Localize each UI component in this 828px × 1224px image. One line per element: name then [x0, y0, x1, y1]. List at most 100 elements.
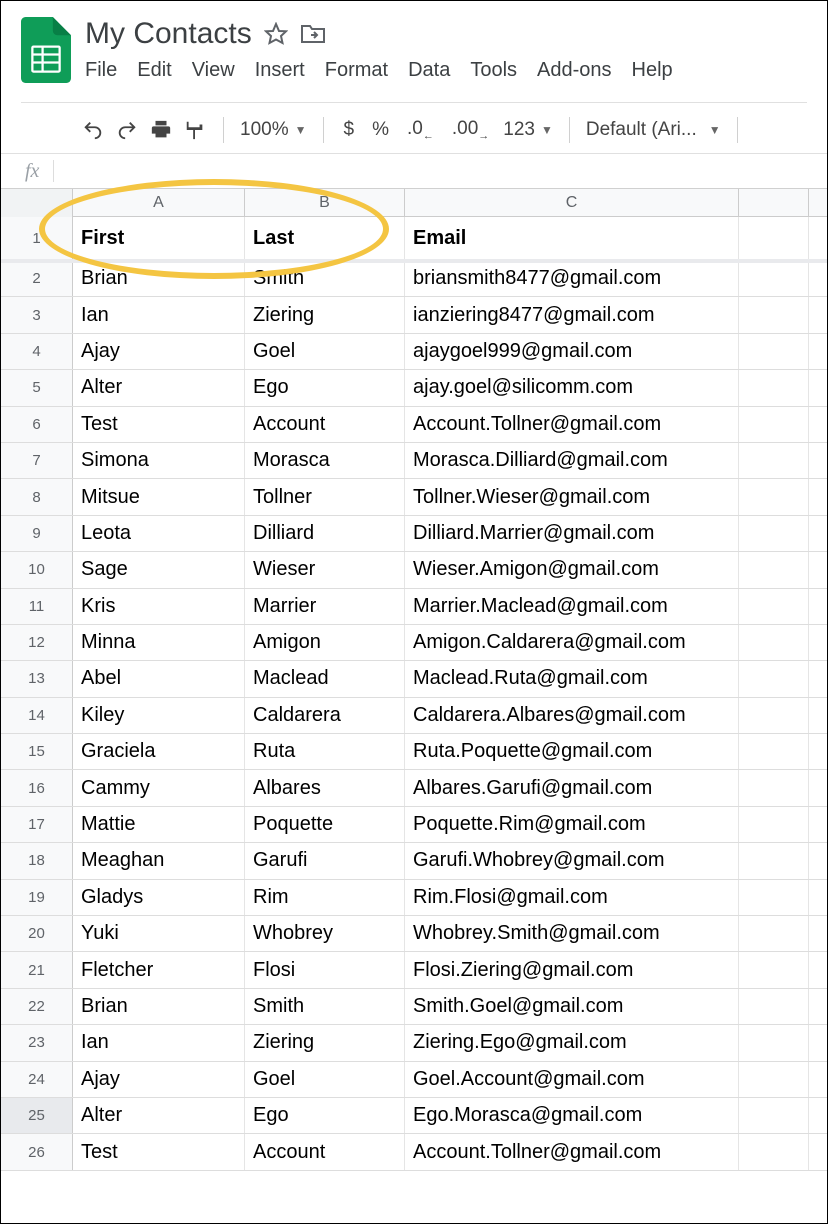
cell-last[interactable]: Smith [245, 261, 405, 296]
cell-first[interactable]: Kiley [73, 698, 245, 733]
formula-bar[interactable]: fx [1, 153, 827, 189]
cell-last[interactable]: Rim [245, 880, 405, 915]
cell-email[interactable]: Rim.Flosi@gmail.com [405, 880, 739, 915]
cell-email[interactable]: ajay.goel@silicomm.com [405, 370, 739, 405]
cell-blank[interactable] [739, 443, 809, 478]
table-row[interactable]: 26TestAccountAccount.Tollner@gmail.com [1, 1134, 827, 1170]
row-header[interactable]: 17 [1, 807, 73, 842]
cell-blank[interactable] [739, 734, 809, 769]
cell-blank[interactable] [739, 952, 809, 987]
row-header[interactable]: 9 [1, 516, 73, 551]
cell-last[interactable]: Garufi [245, 843, 405, 878]
row-header[interactable]: 6 [1, 407, 73, 442]
cell-blank[interactable] [739, 698, 809, 733]
row-header[interactable]: 8 [1, 479, 73, 514]
table-row[interactable]: 16CammyAlbaresAlbares.Garufi@gmail.com [1, 770, 827, 806]
cell-first[interactable]: Mitsue [73, 479, 245, 514]
menu-tools[interactable]: Tools [470, 59, 517, 82]
row-header[interactable]: 18 [1, 843, 73, 878]
cell-email[interactable]: ajaygoel999@gmail.com [405, 334, 739, 369]
cell-email[interactable]: Ruta.Poquette@gmail.com [405, 734, 739, 769]
table-row[interactable]: 24AjayGoelGoel.Account@gmail.com [1, 1062, 827, 1098]
row-header[interactable]: 21 [1, 952, 73, 987]
cell-blank[interactable] [739, 916, 809, 951]
cell-email[interactable]: Albares.Garufi@gmail.com [405, 770, 739, 805]
table-row[interactable]: 17MattiePoquettePoquette.Rim@gmail.com [1, 807, 827, 843]
cell-first[interactable]: Alter [73, 370, 245, 405]
col-header-b[interactable]: B [245, 189, 405, 217]
cell-email[interactable]: Poquette.Rim@gmail.com [405, 807, 739, 842]
cell-last[interactable]: Caldarera [245, 698, 405, 733]
cell-last[interactable]: Albares [245, 770, 405, 805]
row-header[interactable]: 24 [1, 1062, 73, 1097]
cell-last[interactable]: Morasca [245, 443, 405, 478]
table-row[interactable]: 14KileyCaldareraCaldarera.Albares@gmail.… [1, 698, 827, 734]
cell-blank[interactable] [739, 880, 809, 915]
number-format-select[interactable]: 123▼ [503, 119, 553, 141]
cell-email[interactable]: Morasca.Dilliard@gmail.com [405, 443, 739, 478]
cell-last[interactable]: Amigon [245, 625, 405, 660]
cell-email[interactable]: ianziering8477@gmail.com [405, 297, 739, 332]
row-header[interactable]: 23 [1, 1025, 73, 1060]
cell-last[interactable]: Maclead [245, 661, 405, 696]
row-header[interactable]: 4 [1, 334, 73, 369]
table-row[interactable]: 13AbelMacleadMaclead.Ruta@gmail.com [1, 661, 827, 697]
cell-email[interactable]: Ziering.Ego@gmail.com [405, 1025, 739, 1060]
header-cell-first[interactable]: First [73, 217, 245, 260]
cell-first[interactable]: Gladys [73, 880, 245, 915]
cell-email[interactable]: Whobrey.Smith@gmail.com [405, 916, 739, 951]
col-header-c[interactable]: C [405, 189, 739, 217]
table-row[interactable]: 23IanZieringZiering.Ego@gmail.com [1, 1025, 827, 1061]
cell-first[interactable]: Test [73, 1134, 245, 1169]
menu-help[interactable]: Help [632, 59, 673, 82]
cell-first[interactable]: Alter [73, 1098, 245, 1133]
cell-first[interactable]: Minna [73, 625, 245, 660]
table-row[interactable]: 7SimonaMorascaMorasca.Dilliard@gmail.com [1, 443, 827, 479]
menu-file[interactable]: File [85, 59, 117, 82]
row-header[interactable]: 1 [1, 217, 73, 260]
cell-last[interactable]: Smith [245, 989, 405, 1024]
cell-last[interactable]: Goel [245, 1062, 405, 1097]
table-row[interactable]: 21FletcherFlosiFlosi.Ziering@gmail.com [1, 952, 827, 988]
table-row[interactable]: 22BrianSmithSmith.Goel@gmail.com [1, 989, 827, 1025]
cell-blank[interactable] [739, 1134, 809, 1169]
table-row[interactable]: 20YukiWhobreyWhobrey.Smith@gmail.com [1, 916, 827, 952]
select-all-corner[interactable] [1, 189, 73, 217]
cell-first[interactable]: Meaghan [73, 843, 245, 878]
cell-blank[interactable] [739, 770, 809, 805]
cell-first[interactable]: Kris [73, 589, 245, 624]
row-header[interactable]: 19 [1, 880, 73, 915]
cell-blank[interactable] [739, 407, 809, 442]
col-header-blank[interactable] [739, 189, 809, 217]
star-icon[interactable] [264, 22, 288, 46]
cell-email[interactable]: Tollner.Wieser@gmail.com [405, 479, 739, 514]
cell-blank[interactable] [739, 516, 809, 551]
table-row[interactable]: 12MinnaAmigonAmigon.Caldarera@gmail.com [1, 625, 827, 661]
cell-email[interactable]: Goel.Account@gmail.com [405, 1062, 739, 1097]
cell-last[interactable]: Ziering [245, 1025, 405, 1060]
row-header[interactable]: 7 [1, 443, 73, 478]
row-header[interactable]: 11 [1, 589, 73, 624]
menu-edit[interactable]: Edit [137, 59, 171, 82]
cell-first[interactable]: Sage [73, 552, 245, 587]
cell-last[interactable]: Ziering [245, 297, 405, 332]
cell-last[interactable]: Flosi [245, 952, 405, 987]
cell-last[interactable]: Ruta [245, 734, 405, 769]
cell-first[interactable]: Yuki [73, 916, 245, 951]
cell-first[interactable]: Cammy [73, 770, 245, 805]
cell-last[interactable]: Tollner [245, 479, 405, 514]
cell-last[interactable]: Account [245, 1134, 405, 1169]
cell-blank[interactable] [739, 370, 809, 405]
decrease-decimal-button[interactable]: .0← [403, 118, 438, 142]
table-row[interactable]: 2BrianSmithbriansmith8477@gmail.com [1, 261, 827, 297]
row-header[interactable]: 12 [1, 625, 73, 660]
table-row[interactable]: 5AlterEgoajay.goel@silicomm.com [1, 370, 827, 406]
menu-view[interactable]: View [192, 59, 235, 82]
col-header-a[interactable]: A [73, 189, 245, 217]
cell-email[interactable]: Account.Tollner@gmail.com [405, 407, 739, 442]
table-row[interactable]: 15GracielaRutaRuta.Poquette@gmail.com [1, 734, 827, 770]
cell-first[interactable]: Ian [73, 1025, 245, 1060]
cell-email[interactable]: Flosi.Ziering@gmail.com [405, 952, 739, 987]
header-cell-email[interactable]: Email [405, 217, 739, 260]
row-header[interactable]: 16 [1, 770, 73, 805]
